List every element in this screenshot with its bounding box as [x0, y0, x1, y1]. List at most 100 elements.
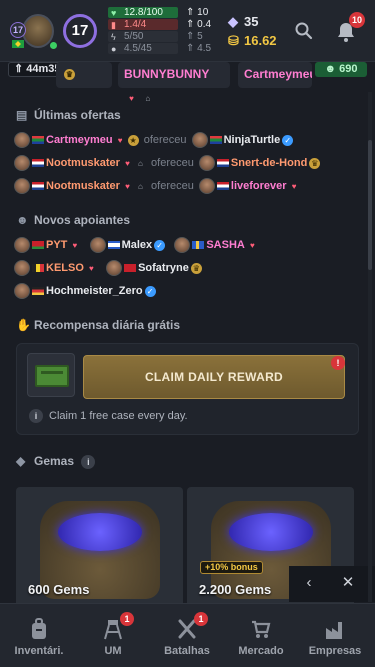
germany-flag-icon — [32, 287, 44, 296]
hand-icon: ✋ — [16, 318, 31, 332]
scrollbar-thumb[interactable] — [368, 140, 372, 270]
nav-companies[interactable]: Empresas — [298, 604, 372, 667]
nav-market[interactable]: Mercado — [224, 604, 298, 667]
supporter-name[interactable]: KELSO — [46, 262, 84, 274]
reward-title-text: Recompensa diária grátis — [34, 318, 181, 332]
nav-label: Inventári. — [14, 645, 64, 657]
south-africa-flag-icon — [209, 136, 222, 145]
stat-b-value: 4.5/45 — [124, 43, 152, 54]
nav-inventory[interactable]: Inventári. — [2, 604, 76, 667]
supporter-name[interactable]: Malex — [122, 239, 153, 251]
user-avatar — [198, 155, 215, 172]
supporters-title: ☻ Novos apoiantes — [16, 212, 130, 228]
avatar-level-badge: 17 — [10, 22, 26, 38]
bank-icon: ⌂ — [138, 158, 143, 168]
app-screen: 17 17 ♥ 12.8/100 ⇑ 10 ▮ 1.4/4 ⇑ 0.4 ϟ 5/… — [0, 0, 375, 667]
offer-verb: ofereceu — [151, 180, 194, 193]
gems-title: ◆ Gemas i — [16, 453, 101, 469]
supporter-name[interactable]: Hochmeister_Zero — [46, 285, 143, 297]
nav-battles[interactable]: 1 Batalhas — [150, 604, 224, 667]
user-avatar — [14, 132, 30, 149]
gems-title-text: Gemas — [34, 454, 75, 468]
user-avatar — [14, 155, 30, 172]
cash-amount: 16.62 — [244, 33, 277, 48]
offer-user[interactable]: Cartmeymeu — [46, 134, 113, 146]
health-rate-value: 10 — [197, 7, 209, 18]
online-count-pill[interactable]: ☻ 690 — [315, 62, 367, 77]
offer-target[interactable]: Snert-de-Hond — [231, 157, 307, 169]
nav-um[interactable]: 1 UM — [76, 604, 150, 667]
stat-energy: ▮ 1.4/4 ⇑ 0.4 — [108, 19, 212, 31]
netherlands-flag-icon — [32, 159, 44, 168]
offer-target[interactable]: liveforever — [231, 180, 287, 192]
heart-icon: ♥ — [111, 8, 117, 18]
bulb-icon: ● — [111, 44, 117, 54]
supporters-title-text: Novos apoiantes — [34, 213, 131, 227]
heart-badge-icon: ♥ — [249, 240, 255, 250]
supporter-name[interactable]: SASHA — [206, 239, 245, 251]
stat-a-rate: ⇑ 5 — [186, 31, 203, 42]
strip-chip-3[interactable]: Cartmeymeu — [238, 62, 312, 88]
heart-badge-icon: ♥ — [89, 263, 94, 273]
carousel-controls: ‹ ✕ — [289, 566, 375, 602]
star-badge-icon: ★ — [127, 134, 139, 146]
nav-label: Batalhas — [164, 645, 210, 657]
online-count: 690 — [339, 63, 358, 75]
nav-label: UM — [104, 645, 122, 657]
offer-row[interactable]: Cartmeymeu ♥ ★ ofereceu NinjaTurtle ✓ — [14, 131, 294, 149]
supporter-name[interactable]: PYT — [46, 239, 67, 251]
gems-balance[interactable]: ◆ 35 — [228, 14, 258, 30]
nav-label: Empresas — [308, 645, 362, 657]
offer-row[interactable]: Nootmuskater ♥ ⌂ ofereceu liveforever ♥ — [14, 177, 300, 195]
online-status-dot — [50, 42, 57, 49]
info-icon: i — [29, 409, 43, 423]
supporter-name[interactable]: Sofatryne — [138, 262, 189, 274]
cash-balance[interactable]: ⛁ 16.62 — [228, 33, 277, 49]
search-icon[interactable] — [294, 21, 314, 41]
offer-row[interactable]: Nootmuskater ♥ ⌂ ofereceu Snert-de-Hond ♛ — [14, 154, 321, 172]
heart-badge-icon: ♥ — [72, 240, 78, 250]
health-value: 12.8/100 — [124, 7, 163, 18]
top-header: 17 17 ♥ 12.8/100 ⇑ 10 ▮ 1.4/4 ⇑ 0.4 ϟ 5/… — [0, 0, 375, 62]
supporter-row: Hochmeister_Zero ✓ — [14, 282, 156, 300]
netherlands-flag-icon — [216, 182, 229, 191]
diamond-icon: ◆ — [228, 14, 238, 29]
close-icon[interactable]: ✕ — [338, 573, 358, 593]
status-strip: ⇑ 44m35s ♛ BUNNYBUNNY ♥ ⌂ Cartmeymeu ☻ 6… — [0, 62, 375, 103]
offer-user[interactable]: Nootmuskater — [46, 180, 120, 192]
sweden-flag-icon — [192, 241, 205, 250]
stat-health: ♥ 12.8/100 ⇑ 10 — [108, 7, 212, 19]
player-avatar[interactable]: 17 — [10, 12, 57, 52]
offer-user[interactable]: Nootmuskater — [46, 157, 120, 169]
strip-chip-3-name: Cartmeymeu — [244, 67, 312, 81]
verified-badge-icon: ✓ — [144, 285, 156, 297]
claim-info: i Claim 1 free case every day. — [29, 409, 188, 423]
info-icon[interactable]: i — [81, 455, 96, 469]
notification-badge: 10 — [349, 12, 365, 28]
heart-badge-icon: ♥ — [125, 158, 130, 168]
factory-icon — [326, 622, 342, 639]
netherlands-flag-icon — [216, 159, 229, 168]
bottom-navigation: Inventári. 1 UM 1 Batalhas Mercado Empre… — [0, 603, 375, 667]
stat-b: ● 4.5/45 ⇑ 4.5 — [108, 43, 212, 55]
strip-chip-2[interactable]: BUNNYBUNNY ♥ ⌂ — [118, 62, 230, 103]
strip-chip-1[interactable]: ♛ — [56, 62, 112, 88]
offers-title-text: Últimas ofertas — [34, 108, 121, 122]
claim-daily-reward-button[interactable]: CLAIM DAILY REWARD — [83, 355, 345, 399]
level-ring[interactable]: 17 — [63, 14, 97, 48]
stat-a: ϟ 5/50 ⇑ 5 — [108, 31, 212, 43]
energy-rate: ⇑ 0.4 — [186, 19, 212, 30]
user-avatar — [14, 178, 30, 195]
avatar-image — [22, 14, 54, 48]
cart-icon — [252, 620, 271, 638]
nav-label: Mercado — [238, 645, 284, 657]
offer-target[interactable]: NinjaTurtle — [224, 134, 281, 146]
user-avatar — [106, 260, 123, 277]
case-thumbnail — [27, 353, 75, 397]
bonus-tag: +10% bonus — [200, 561, 263, 574]
gem-pack-card[interactable]: 600 Gems — [16, 487, 183, 607]
bolt-icon: ϟ — [111, 32, 116, 42]
chevron-left-icon[interactable]: ‹ — [299, 573, 319, 593]
crown-icon: ♛ — [64, 69, 75, 81]
people-icon: ☻ — [324, 63, 337, 75]
